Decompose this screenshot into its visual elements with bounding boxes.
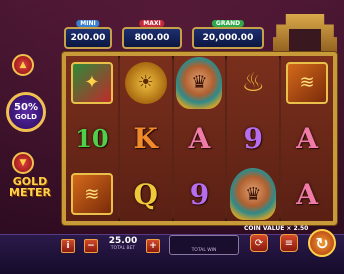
- coin-value-amount: 2.50: [293, 225, 309, 232]
- symbol-9: 9: [243, 121, 264, 155]
- reel-cell: A: [174, 112, 226, 166]
- symbol-pipes-icon: ≋: [70, 173, 113, 216]
- increase-bet-button[interactable]: +: [146, 239, 160, 253]
- jackpot-mini: MINI 200.00: [64, 20, 112, 49]
- reel-1: ✦ 10 ≋: [66, 56, 118, 221]
- symbol-A: A: [188, 121, 211, 155]
- reel-cell: Q: [120, 167, 172, 221]
- gold-meter-title-line2: METER: [9, 186, 51, 199]
- symbol-bird-icon: ✦: [70, 61, 113, 104]
- reel-4: ♨ 9 ♛: [227, 56, 280, 221]
- symbol-10: 10: [75, 123, 109, 153]
- gold-percent-badge: 50% GOLD: [6, 92, 46, 132]
- total-bet-label: TOTAL BET: [110, 246, 136, 251]
- symbol-mask-icon: ☀: [124, 61, 167, 104]
- jackpot-mini-value: 200.00: [70, 33, 106, 43]
- decrease-bet-button[interactable]: −: [84, 239, 98, 253]
- bet-settings-button[interactable]: ≡: [280, 234, 298, 252]
- reel-cell: ≋: [281, 56, 333, 110]
- coin-value-display: COIN VALUE × 2.50: [244, 225, 308, 232]
- total-bet-display: 25.00 TOTAL BET: [100, 236, 146, 251]
- reel-2: ☀ K Q: [119, 56, 172, 221]
- jackpot-mini-label: MINI: [76, 20, 100, 27]
- plus-icon: +: [149, 241, 157, 251]
- symbol-K: K: [133, 121, 158, 155]
- gold-meter-title: GOLD METER: [4, 176, 56, 198]
- gold-meter-down-button[interactable]: ▼: [12, 152, 34, 174]
- total-win-label: TOTAL WIN: [191, 248, 217, 253]
- reel-cell: ✦: [66, 56, 118, 110]
- total-bet-value: 25.00: [108, 236, 138, 246]
- reel-cell: ♛: [174, 56, 226, 110]
- reel-grid: ✦ 10 ≋ ☀ K Q ♛ A 9 ♨ 9 ♛ ≋ A A: [66, 56, 333, 221]
- reel-cell: ♨: [227, 56, 279, 110]
- symbol-A: A: [296, 121, 318, 155]
- jackpot-maxi-label: MAXI: [139, 20, 165, 27]
- reel-cell: 9: [227, 112, 279, 166]
- stack-icon: ≡: [284, 237, 294, 249]
- reel-cell: ≋: [66, 167, 118, 221]
- symbol-Q: Q: [133, 177, 158, 211]
- reel-cell: ♛: [227, 167, 279, 221]
- symbol-A: A: [296, 177, 318, 211]
- reel-cell: 10: [66, 112, 118, 166]
- autoplay-icon: ⟳: [254, 237, 264, 249]
- symbol-pipes-icon: ≋: [286, 61, 329, 104]
- coin-value-separator: ×: [286, 225, 292, 232]
- jackpot-grand-value: 20,000.00: [202, 33, 254, 43]
- arrow-up-icon: ▲: [19, 60, 27, 70]
- reel-cell: 9: [174, 167, 226, 221]
- reel-cell: ☀: [120, 56, 172, 110]
- autoplay-button[interactable]: ⟳: [250, 234, 268, 252]
- reel-5: ≋ A A: [281, 56, 333, 221]
- gold-percent-label: GOLD: [15, 113, 37, 121]
- info-icon: i: [66, 241, 70, 251]
- jackpot-grand-label: GRAND: [211, 20, 245, 27]
- jackpot-maxi-value: 800.00: [134, 33, 170, 43]
- spin-button[interactable]: ↻: [308, 229, 336, 257]
- gold-meter-panel: ▲ 50% GOLD ▼ GOLD METER: [4, 48, 56, 223]
- jackpot-grand: GRAND 20,000.00: [192, 20, 264, 49]
- symbol-woman-icon: ♛: [176, 56, 223, 109]
- jackpot-maxi: MAXI 800.00: [122, 20, 182, 49]
- reel-cell: A: [281, 112, 333, 166]
- reel-cell: K: [120, 112, 172, 166]
- gold-percent-value: 50%: [14, 102, 38, 113]
- minus-icon: −: [87, 241, 95, 251]
- info-button[interactable]: i: [61, 239, 75, 253]
- spin-icon: ↻: [315, 233, 329, 253]
- reel-cell: A: [281, 167, 333, 221]
- symbol-woman-icon: ♛: [230, 168, 277, 221]
- coin-value-label: COIN VALUE: [244, 225, 285, 232]
- symbol-9: 9: [189, 177, 210, 211]
- gold-meter-up-button[interactable]: ▲: [12, 54, 34, 76]
- total-win-display: TOTAL WIN: [169, 235, 239, 255]
- arrow-down-icon: ▼: [19, 158, 27, 168]
- reel-3: ♛ A 9: [173, 56, 226, 221]
- symbol-lamp-icon: ♨: [241, 67, 265, 98]
